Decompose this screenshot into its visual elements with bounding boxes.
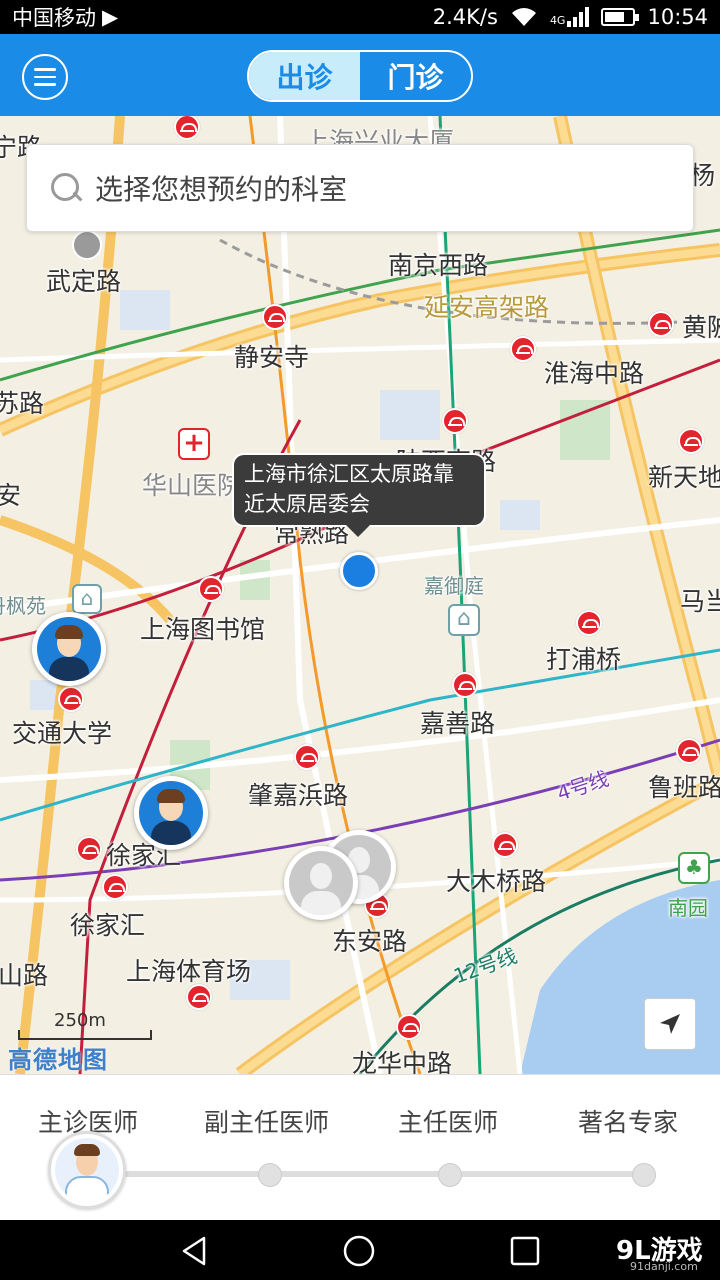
level-slider-stop[interactable] [258, 1163, 282, 1187]
metro-station-icon[interactable] [294, 744, 320, 770]
wifi-icon [511, 8, 536, 26]
tab-menzhen[interactable]: 门诊 [360, 52, 471, 100]
map-label: 打浦桥 [546, 645, 622, 674]
metro-station-icon[interactable] [262, 304, 288, 330]
scale-label: 250m [54, 1010, 106, 1031]
location-tooltip: 上海市徐汇区太原路靠近太原居委会 [234, 455, 484, 537]
metro-station-icon[interactable] [102, 874, 128, 900]
map-label: 新天地 [648, 463, 720, 492]
level-slider-thumb[interactable] [48, 1131, 126, 1209]
status-bar: 中国移动 ▶ 2.4K/s 4G 10:54 [0, 0, 720, 34]
network-type: 4G [549, 14, 566, 27]
menu-icon-bar [34, 68, 56, 71]
screen: 中国移动 ▶ 2.4K/s 4G 10:54 出诊 门诊 + ⌂ ⌂ ♣ 宁 上… [0, 0, 720, 1280]
recent-apps-icon[interactable] [508, 1234, 542, 1268]
map-label: 安 [0, 481, 22, 510]
metro-station-icon[interactable] [396, 1014, 422, 1040]
metro-station-icon[interactable] [76, 836, 102, 862]
current-location-marker [340, 552, 378, 590]
clock: 10:54 [647, 5, 708, 29]
map-label: 静安寺 [234, 343, 310, 372]
doctor-marker[interactable] [32, 612, 106, 686]
residence-icon[interactable]: ⌂ [72, 584, 102, 614]
metro-gray-icon[interactable] [72, 230, 102, 260]
residence-icon[interactable]: ⌂ [448, 604, 480, 636]
map-label: 延安高架路 [424, 293, 550, 322]
map-view[interactable]: + ⌂ ⌂ ♣ 宁路 上海兴业大厦 杨 武定路 南京西路 延安高架路 静安寺 黄… [0, 116, 720, 1074]
metro-station-icon[interactable] [510, 336, 536, 362]
navigation-arrow-icon [660, 1014, 680, 1034]
battery-icon [601, 8, 640, 26]
hospital-icon[interactable]: + [178, 428, 210, 460]
map-label: 上海图书馆 [140, 615, 266, 644]
app-header: 出诊 门诊 [0, 34, 720, 116]
signal-icon [567, 7, 590, 27]
park-icon[interactable]: ♣ [678, 852, 710, 884]
doctor-marker-placeholder[interactable] [284, 846, 358, 920]
locate-button[interactable] [644, 998, 696, 1050]
metro-station-icon[interactable] [58, 686, 84, 712]
watermark-url: 91danji.com [630, 1260, 698, 1273]
mode-segmented-control: 出诊 门诊 [247, 50, 473, 102]
map-label: 苏路 [0, 389, 45, 418]
level-slider-stop[interactable] [632, 1163, 656, 1187]
metro-station-icon[interactable] [576, 610, 602, 636]
menu-icon-bar [34, 83, 56, 86]
map-provider-logo: 高德地图 [8, 1046, 108, 1074]
metro-station-icon[interactable] [492, 832, 518, 858]
metro-station-icon[interactable] [648, 311, 674, 337]
map-label: 淮海中路 [544, 359, 645, 388]
metro-station-icon[interactable] [452, 672, 478, 698]
metro-station-icon[interactable] [676, 738, 702, 764]
menu-icon-bar [34, 75, 56, 79]
level-label-3[interactable]: 主任医师 [398, 1103, 498, 1139]
map-label: 鲁班路 [648, 773, 720, 802]
map-label: 武定路 [46, 267, 122, 296]
system-nav-bar: 9L游戏 91danji.com [0, 1220, 720, 1280]
back-icon[interactable] [178, 1234, 212, 1268]
map-label: 马当 [680, 587, 720, 616]
metro-station-icon[interactable] [198, 576, 224, 602]
map-label: 交通大学 [12, 719, 113, 748]
map-label: 嘉善路 [420, 709, 496, 738]
map-label: 东安路 [332, 927, 408, 956]
level-label-2[interactable]: 副主任医师 [204, 1103, 329, 1139]
map-label: 南园 [668, 896, 708, 920]
play-icon: ▶ [102, 5, 119, 29]
department-search-input[interactable]: 选择您想预约的科室 [26, 144, 694, 232]
scale-bar [18, 1030, 152, 1040]
map-label: 徐家汇 [70, 911, 146, 940]
map-label: 华山医院 [142, 471, 243, 500]
metro-station-icon[interactable] [678, 428, 704, 454]
map-label: 大木桥路 [446, 867, 547, 896]
search-placeholder: 选择您想预约的科室 [95, 173, 348, 206]
map-label: 龙华中路 [352, 1049, 453, 1074]
level-slider-stop[interactable] [438, 1163, 462, 1187]
doctor-level-panel: 主诊医师 副主任医师 主任医师 著名专家 [0, 1074, 720, 1220]
map-label: 嘉御庭 [424, 574, 484, 598]
map-label: 肇嘉浜路 [248, 781, 349, 810]
level-label-4[interactable]: 著名专家 [578, 1103, 678, 1139]
metro-station-icon[interactable] [442, 408, 468, 434]
tab-chuzhen[interactable]: 出诊 [249, 52, 360, 100]
map-label: 上海体育场 [126, 957, 252, 986]
net-speed: 2.4K/s [432, 5, 498, 29]
home-icon[interactable] [342, 1234, 376, 1268]
map-label: 山路 [0, 961, 49, 990]
search-icon [49, 171, 83, 205]
carrier-label: 中国移动 [12, 6, 96, 30]
map-scale: 250m [18, 1010, 152, 1040]
map-label: 丹枫苑 [0, 594, 46, 618]
map-label: 黄陂 [682, 313, 720, 342]
map-label: 南京西路 [388, 251, 489, 280]
doctor-marker[interactable] [134, 776, 208, 850]
menu-button[interactable] [22, 54, 68, 100]
level-slider-track[interactable] [88, 1171, 646, 1177]
